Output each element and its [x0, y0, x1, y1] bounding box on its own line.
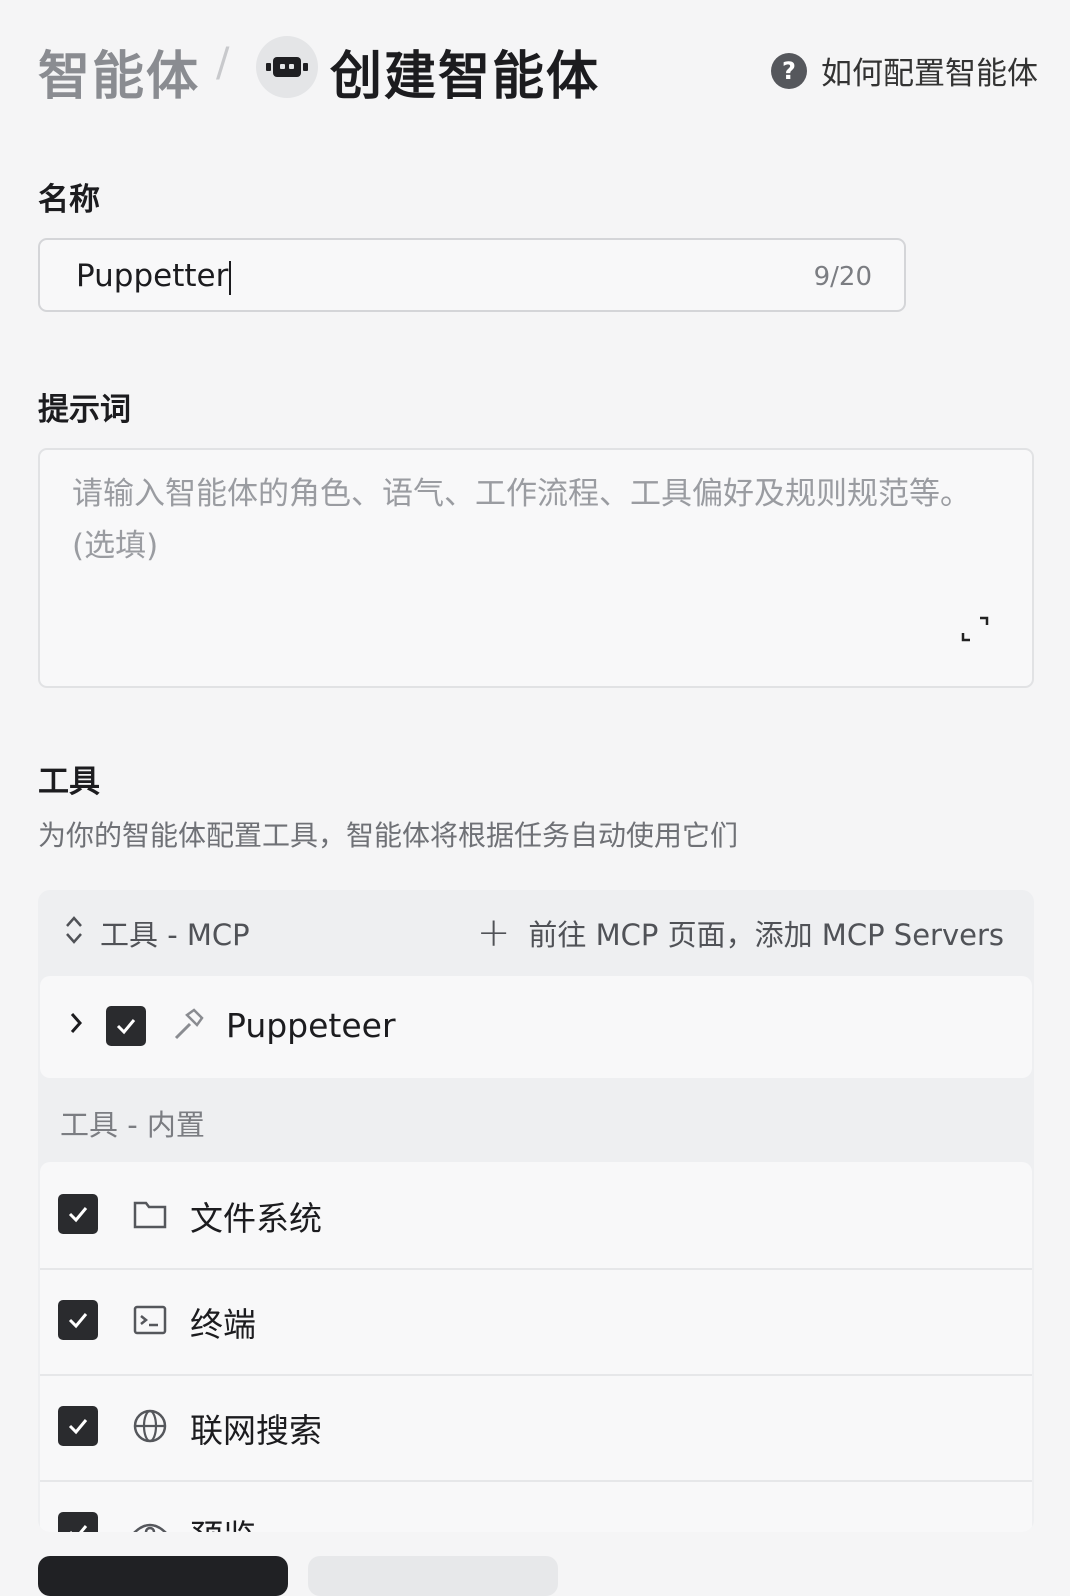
- mcp-section-title: 工具 - MCP: [100, 918, 250, 952]
- hammer-icon: [174, 1008, 204, 1040]
- breadcrumb-agents[interactable]: 智能体: [38, 34, 200, 109]
- builtin-tool-name: 联网搜索: [190, 1411, 322, 1450]
- prompt-textarea[interactable]: 请输入智能体的角色、语气、工作流程、工具偏好及规则规范等。(选填): [38, 448, 1034, 688]
- prompt-label: 提示词: [38, 392, 131, 428]
- mcp-tool-checkbox[interactable]: [106, 1006, 146, 1046]
- mcp-tool-item[interactable]: Puppeteer: [40, 976, 1032, 1078]
- builtin-tool-name: 文件系统: [190, 1199, 322, 1238]
- chevron-right-icon[interactable]: [68, 1010, 84, 1036]
- question-icon: ?: [771, 52, 807, 89]
- builtin-tool-checkbox[interactable]: [58, 1512, 98, 1532]
- builtin-tool-checkbox[interactable]: [58, 1194, 98, 1234]
- help-label: 如何配置智能体: [821, 56, 1038, 92]
- add-mcp-label: 前往 MCP 页面，添加 MCP Servers: [528, 918, 1004, 952]
- tools-label: 工具: [38, 764, 100, 800]
- add-mcp-servers-link[interactable]: + 前往 MCP 页面，添加 MCP Servers: [477, 912, 1004, 954]
- builtin-tool-item[interactable]: 联网搜索: [40, 1374, 1032, 1482]
- page-header: 智能体 / 创建智能体 ? 如何配置智能体: [38, 28, 1038, 108]
- tools-description: 为你的智能体配置工具，智能体将根据任务自动使用它们: [38, 819, 739, 852]
- sort-toggle-icon[interactable]: [64, 912, 84, 948]
- help-link[interactable]: ? 如何配置智能体: [771, 48, 1038, 93]
- robot-icon: [256, 36, 318, 98]
- text-caret: [229, 260, 232, 295]
- page-title: 创建智能体: [330, 47, 601, 107]
- expand-icon[interactable]: [960, 614, 990, 644]
- builtin-tool-item[interactable]: 预览: [40, 1480, 1032, 1532]
- terminal-icon: [133, 1305, 167, 1335]
- name-value: Puppetter: [76, 258, 229, 294]
- builtin-section-title: 工具 - 内置: [60, 1108, 205, 1142]
- preview-icon: [133, 1523, 167, 1532]
- builtin-tool-name: 预览: [190, 1510, 256, 1532]
- mcp-tool-name: Puppeteer: [226, 1006, 396, 1045]
- secondary-button[interactable]: [308, 1556, 558, 1596]
- builtin-tool-checkbox[interactable]: [58, 1406, 98, 1446]
- breadcrumb-separator: /: [216, 40, 230, 86]
- tools-panel: 工具 - MCP + 前往 MCP 页面，添加 MCP Servers Pupp…: [38, 890, 1034, 1532]
- builtin-tool-item[interactable]: 终端: [40, 1268, 1032, 1376]
- builtin-tool-item[interactable]: 文件系统: [40, 1162, 1032, 1270]
- builtin-tool-name: 终端: [190, 1305, 256, 1344]
- character-counter: 9/20: [813, 262, 872, 292]
- mcp-section-header: 工具 - MCP + 前往 MCP 页面，添加 MCP Servers: [38, 890, 1034, 972]
- name-label: 名称: [38, 182, 100, 218]
- name-input[interactable]: Puppetter 9/20: [38, 238, 906, 312]
- prompt-placeholder: 请输入智能体的角色、语气、工作流程、工具偏好及规则规范等。(选填): [72, 476, 971, 564]
- builtin-tool-checkbox[interactable]: [58, 1300, 98, 1340]
- primary-button[interactable]: [38, 1556, 288, 1596]
- folder-icon: [133, 1201, 167, 1229]
- plus-icon: +: [476, 910, 511, 956]
- builtin-tool-list: 文件系统 终端 联网搜索: [40, 1162, 1032, 1532]
- globe-icon: [133, 1409, 167, 1443]
